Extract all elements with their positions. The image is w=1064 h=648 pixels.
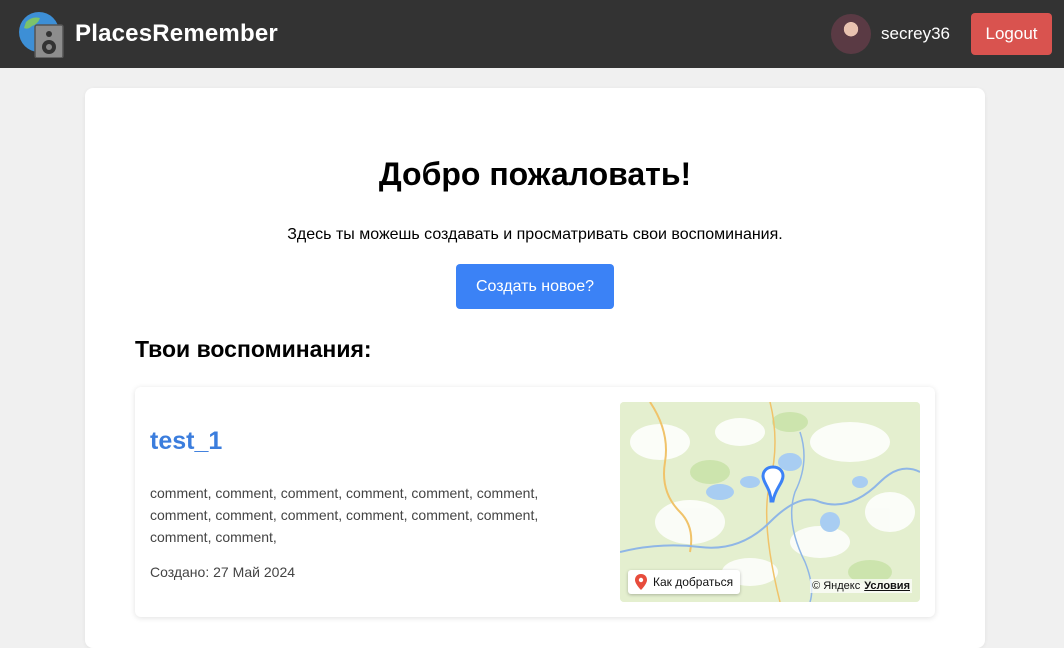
brand-name: PlacesRemember — [75, 20, 278, 47]
user-area: secrey36 Logout — [831, 13, 1052, 55]
location-pin-icon — [635, 574, 647, 590]
create-memory-button[interactable]: Создать новое? — [456, 264, 614, 309]
route-label: Как добраться — [653, 575, 734, 589]
username: secrey36 — [881, 24, 950, 43]
map-terms-link[interactable]: Условия — [864, 580, 910, 592]
memory-comment: comment, comment, comment, comment, comm… — [150, 485, 539, 545]
section-title: Твои воспоминания: — [135, 336, 372, 362]
map-attribution: © Яндекс Условия — [810, 579, 912, 593]
memory-title[interactable]: test_1 — [150, 427, 222, 456]
page-title: Добро пожаловать! — [378, 156, 692, 192]
page-subtitle: Здесь ты можешь создавать и просматриват… — [287, 226, 783, 243]
avatar[interactable] — [831, 14, 872, 54]
welcome-card: Добро пожаловать! Здесь ты можешь создав… — [85, 88, 985, 648]
yandex-copyright: © Яндекс — [812, 580, 861, 592]
brand[interactable]: PlacesRemember — [18, 10, 278, 59]
route-button[interactable]: Как добраться — [628, 570, 741, 594]
logout-button[interactable]: Logout — [971, 13, 1052, 55]
memory-map[interactable]: Как добраться © Яндекс Условия — [620, 402, 920, 602]
top-navbar: PlacesRemember secrey36 Logout — [0, 0, 1064, 68]
map-marker-icon[interactable] — [761, 465, 785, 503]
memory-card: test_1 comment, comment, comment, commen… — [135, 387, 935, 617]
globe-speaker-logo-icon — [18, 10, 64, 59]
memory-created-date: Создано: 27 Май 2024 — [150, 564, 296, 580]
